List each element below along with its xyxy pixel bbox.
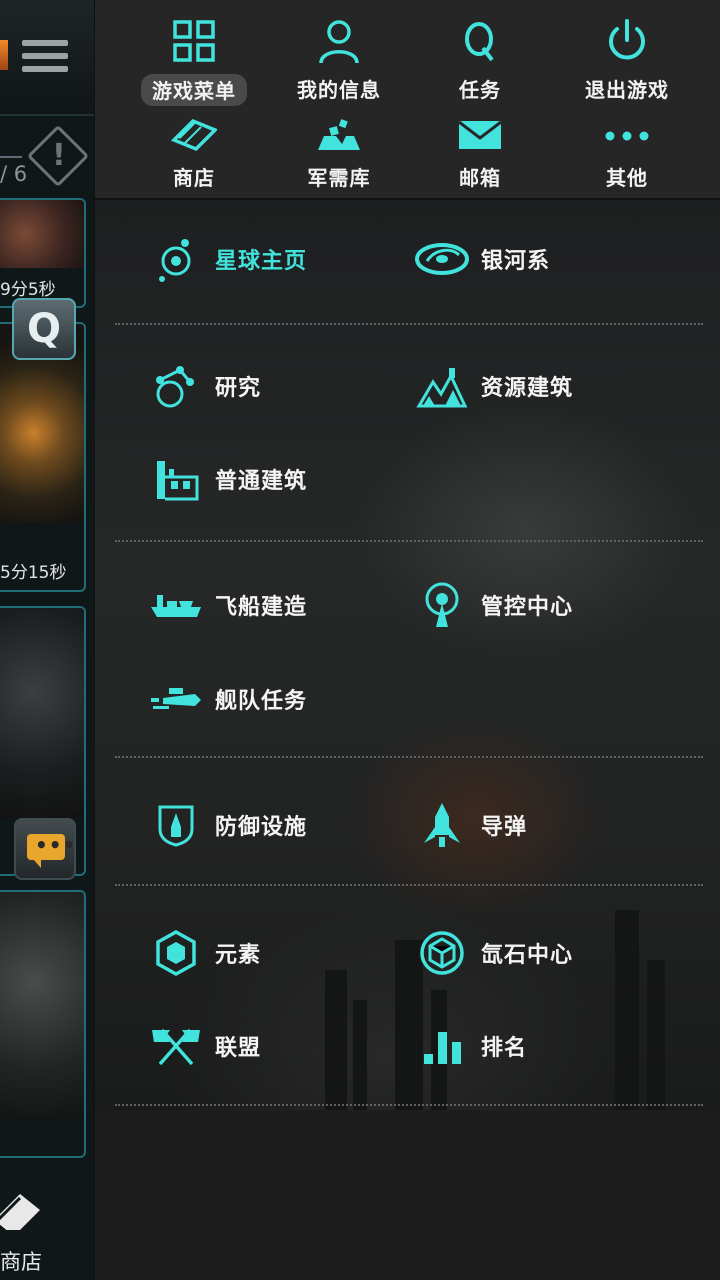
menu-krypton-center[interactable]: 氙石中心 bbox=[415, 925, 573, 981]
top-menu-label: 其他 bbox=[606, 166, 648, 190]
more-dots-icon bbox=[605, 131, 649, 141]
mining-icon bbox=[416, 368, 468, 408]
quest-shortcut-button[interactable]: Q bbox=[12, 298, 76, 360]
menu-label: 飞船建造 bbox=[215, 595, 308, 620]
hexagon-element-icon bbox=[156, 930, 196, 976]
research-icon bbox=[156, 366, 194, 408]
background-top-bar bbox=[0, 0, 94, 116]
queue-card-image bbox=[0, 608, 84, 818]
bar-chart-icon bbox=[424, 1032, 461, 1064]
top-menu-label: 游戏菜单 bbox=[141, 74, 247, 106]
quest-q-icon bbox=[465, 22, 494, 62]
queue-card-image bbox=[0, 200, 84, 268]
fleet-icon bbox=[151, 688, 201, 709]
menu-research[interactable]: 研究 bbox=[149, 358, 261, 414]
section-divider bbox=[115, 884, 703, 886]
planet-orbit-icon bbox=[159, 239, 191, 282]
shop-label: 商店 bbox=[0, 1250, 42, 1274]
top-menu-tasks[interactable]: 任务 bbox=[405, 18, 555, 103]
user-icon bbox=[319, 20, 359, 64]
skyline-building bbox=[353, 1000, 367, 1110]
top-menu-grid: 游戏菜单 我的信息 任务 退出游戏 商店 军需库 邮箱 其他 bbox=[95, 0, 720, 200]
top-menu-my-info[interactable]: 我的信息 bbox=[264, 18, 414, 103]
menu-defense[interactable]: 防御设施 bbox=[149, 797, 307, 853]
menu-galaxy[interactable]: 银河系 bbox=[415, 231, 550, 287]
menu-label: 导弹 bbox=[481, 815, 528, 840]
skyline-building bbox=[647, 960, 665, 1110]
game-menu-panel: 游戏菜单 我的信息 任务 退出游戏 商店 军需库 邮箱 其他 星球主页 银河系 … bbox=[94, 0, 720, 1280]
queue-card-image bbox=[0, 892, 84, 1118]
section-divider bbox=[115, 540, 703, 542]
mail-icon bbox=[458, 120, 502, 149]
top-menu-label: 商店 bbox=[173, 166, 215, 190]
menu-label: 防御设施 bbox=[215, 815, 308, 840]
top-menu-label: 军需库 bbox=[307, 166, 371, 190]
top-menu-depot[interactable]: 军需库 bbox=[264, 116, 414, 191]
menu-fleet-missions[interactable]: 舰队任务 bbox=[149, 671, 307, 727]
section-divider bbox=[115, 756, 703, 758]
menu-label: 星球主页 bbox=[215, 249, 308, 274]
menu-label: 资源建筑 bbox=[481, 376, 574, 401]
chat-button[interactable]: ••• bbox=[14, 818, 76, 880]
top-menu-exit-game[interactable]: 退出游戏 bbox=[552, 18, 702, 103]
menu-label: 普通建筑 bbox=[215, 469, 308, 494]
antenna-icon bbox=[425, 582, 459, 627]
menu-normal-buildings[interactable]: 普通建筑 bbox=[149, 451, 307, 507]
top-menu-mailbox[interactable]: 邮箱 bbox=[405, 116, 555, 191]
background-game-screen: / 6 ! 9分5秒 5分15秒 Q ••• 商店 bbox=[0, 0, 94, 1280]
menu-label: 元素 bbox=[215, 943, 262, 968]
menu-planet-home[interactable]: 星球主页 bbox=[149, 231, 307, 287]
top-menu-label: 退出游戏 bbox=[585, 78, 669, 102]
carrier-ship-icon bbox=[151, 595, 201, 617]
skyline-building bbox=[615, 910, 639, 1110]
menu-label: 氙石中心 bbox=[481, 943, 574, 968]
menu-control-center[interactable]: 管控中心 bbox=[415, 577, 573, 633]
shop-ticket-icon[interactable] bbox=[0, 1190, 40, 1230]
menu-label: 管控中心 bbox=[481, 595, 574, 620]
crossed-flags-icon bbox=[152, 1028, 200, 1066]
menu-label: 研究 bbox=[215, 376, 262, 401]
menu-missile[interactable]: 导弹 bbox=[415, 797, 527, 853]
menu-label: 排名 bbox=[481, 1036, 528, 1061]
missile-icon bbox=[424, 803, 460, 847]
power-icon bbox=[609, 19, 645, 60]
menu-elements[interactable]: 元素 bbox=[149, 925, 261, 981]
top-menu-shop[interactable]: 商店 bbox=[119, 116, 269, 191]
top-menu-label: 邮箱 bbox=[459, 166, 501, 190]
menu-label: 联盟 bbox=[215, 1036, 262, 1061]
top-menu-label: 任务 bbox=[459, 78, 501, 102]
top-menu-other[interactable]: 其他 bbox=[552, 116, 702, 191]
menu-alliance[interactable]: 联盟 bbox=[149, 1018, 261, 1074]
menu-label: 舰队任务 bbox=[215, 689, 308, 714]
warning-exclamation-icon: ! bbox=[52, 138, 66, 173]
menu-label: 银河系 bbox=[481, 249, 551, 274]
skyline-building bbox=[325, 970, 347, 1110]
top-menu-game-menu[interactable]: 游戏菜单 bbox=[119, 18, 269, 106]
crystal-core-icon bbox=[420, 931, 464, 975]
grid-icon bbox=[173, 20, 215, 62]
queue-card[interactable] bbox=[0, 890, 86, 1158]
section-divider bbox=[115, 323, 703, 325]
factory-icon bbox=[157, 461, 199, 501]
galaxy-icon bbox=[415, 243, 469, 275]
menu-ranking[interactable]: 排名 bbox=[415, 1018, 527, 1074]
hamburger-menu-icon[interactable] bbox=[22, 40, 68, 80]
depot-icon bbox=[318, 119, 360, 150]
menu-resource-buildings[interactable]: 资源建筑 bbox=[415, 358, 573, 414]
menu-ship-building[interactable]: 飞船建造 bbox=[149, 577, 307, 633]
shield-rocket-icon bbox=[158, 805, 194, 847]
queue-card[interactable] bbox=[0, 322, 86, 592]
top-menu-label: 我的信息 bbox=[297, 78, 381, 102]
counter-divider bbox=[0, 156, 22, 158]
logo-fragment bbox=[0, 40, 8, 70]
queue-counter: / 6 bbox=[0, 162, 28, 186]
ticket-icon bbox=[171, 118, 217, 152]
section-divider bbox=[115, 1104, 703, 1106]
